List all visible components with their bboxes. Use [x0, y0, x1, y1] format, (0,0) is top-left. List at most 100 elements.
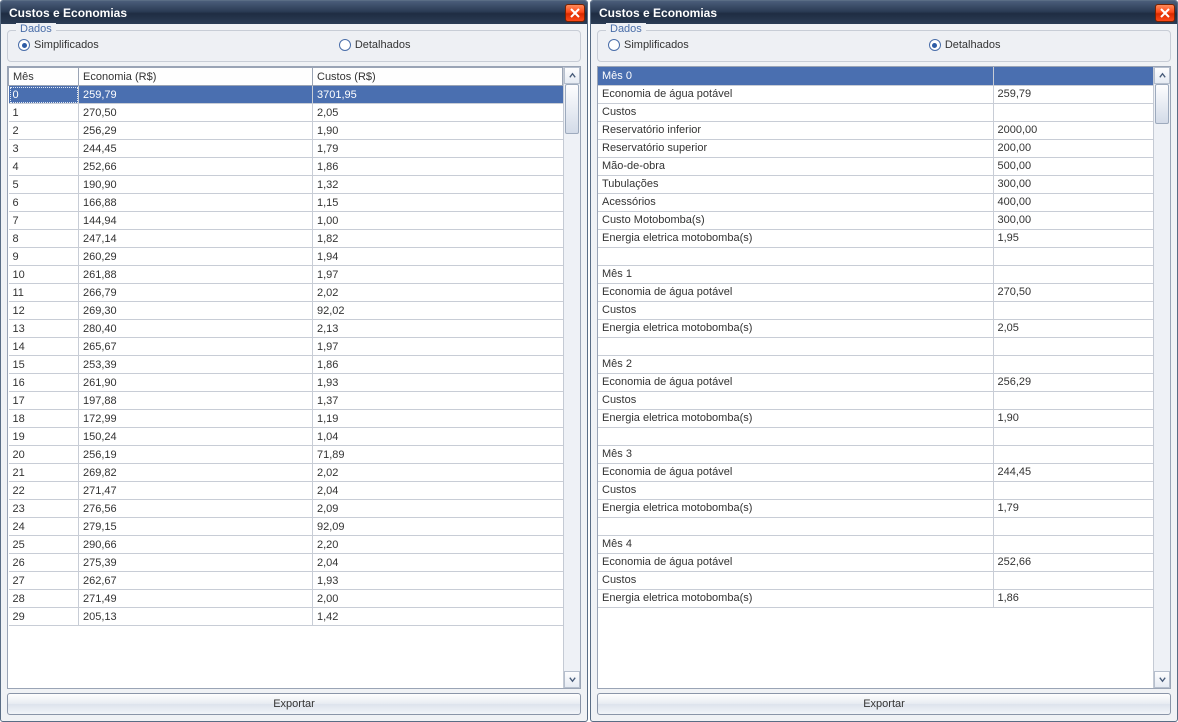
cell: 1,32 [313, 176, 563, 194]
col-custos[interactable]: Custos (R$) [313, 68, 563, 86]
table-row[interactable]: Custos [598, 391, 1153, 409]
radio-detalhados[interactable]: Detalhados [929, 39, 1001, 51]
export-button[interactable]: Exportar [7, 693, 581, 715]
table-row[interactable]: 17197,881,37 [9, 392, 563, 410]
table-row[interactable]: Energia eletrica motobomba(s)1,86 [598, 589, 1153, 607]
table-scroll[interactable]: Mês 0Economia de água potável259,79Custo… [598, 67, 1153, 688]
table-row[interactable]: 20256,1971,89 [9, 446, 563, 464]
titlebar[interactable]: Custos e Economias [591, 1, 1177, 24]
table-row[interactable]: 9260,291,94 [9, 248, 563, 266]
table-row[interactable]: 25290,662,20 [9, 536, 563, 554]
table-scroll[interactable]: Mês Economia (R$) Custos (R$) 0259,79370… [8, 67, 563, 688]
scroll-thumb[interactable] [1155, 84, 1169, 124]
table-row[interactable]: 13280,402,13 [9, 320, 563, 338]
table-row[interactable]: 1270,502,05 [9, 104, 563, 122]
radio-simplificados[interactable]: Simplificados [608, 39, 689, 51]
table-row[interactable]: 7144,941,00 [9, 212, 563, 230]
cell: 1,42 [313, 608, 563, 626]
table-row[interactable]: 12269,3092,02 [9, 302, 563, 320]
cell: 1,37 [313, 392, 563, 410]
cell: 1,04 [313, 428, 563, 446]
table-row[interactable]: Custo Motobomba(s)300,00 [598, 211, 1153, 229]
table-row[interactable]: 2256,291,90 [9, 122, 563, 140]
scroll-down-button[interactable] [564, 671, 580, 688]
table-row[interactable]: Mês 0 [598, 67, 1153, 85]
cell-value: 300,00 [993, 211, 1153, 229]
table-row[interactable]: Economia de água potável252,66 [598, 553, 1153, 571]
vertical-scrollbar[interactable] [1153, 67, 1170, 688]
close-button[interactable] [1155, 4, 1175, 22]
table-row[interactable]: 4252,661,86 [9, 158, 563, 176]
table-row[interactable] [598, 337, 1153, 355]
table-row[interactable]: Mês 4 [598, 535, 1153, 553]
cell-label: Reservatório superior [598, 139, 993, 157]
export-button[interactable]: Exportar [597, 693, 1171, 715]
scroll-up-button[interactable] [1154, 67, 1170, 84]
radio-detalhados[interactable]: Detalhados [339, 39, 411, 51]
table-row[interactable]: Economia de água potável270,50 [598, 283, 1153, 301]
table-row[interactable] [598, 517, 1153, 535]
table-row[interactable]: Mês 1 [598, 265, 1153, 283]
cell: 23 [9, 500, 79, 518]
table-row[interactable]: Economia de água potável244,45 [598, 463, 1153, 481]
table-row[interactable]: Custos [598, 301, 1153, 319]
table-row[interactable]: 15253,391,86 [9, 356, 563, 374]
table-row[interactable]: 18172,991,19 [9, 410, 563, 428]
table-row[interactable] [598, 427, 1153, 445]
table-row[interactable]: 21269,822,02 [9, 464, 563, 482]
table-row[interactable]: 6166,881,15 [9, 194, 563, 212]
cell-label: Mês 3 [598, 445, 993, 463]
col-economia[interactable]: Economia (R$) [79, 68, 313, 86]
table-row[interactable]: Reservatório superior200,00 [598, 139, 1153, 157]
table-row[interactable]: 23276,562,09 [9, 500, 563, 518]
cell: 0 [9, 86, 79, 104]
table-row[interactable]: Custos [598, 571, 1153, 589]
table-row[interactable] [598, 247, 1153, 265]
table-row[interactable]: Reservatório inferior2000,00 [598, 121, 1153, 139]
table-row[interactable]: 24279,1592,09 [9, 518, 563, 536]
radio-simplificados[interactable]: Simplificados [18, 39, 99, 51]
cell: 24 [9, 518, 79, 536]
table-row[interactable]: Custos [598, 103, 1153, 121]
table-row[interactable]: Energia eletrica motobomba(s)2,05 [598, 319, 1153, 337]
scroll-track[interactable] [564, 84, 580, 671]
cell: 6 [9, 194, 79, 212]
table-row[interactable]: Energia eletrica motobomba(s)1,90 [598, 409, 1153, 427]
scroll-track[interactable] [1154, 84, 1170, 671]
table-row[interactable]: 27262,671,93 [9, 572, 563, 590]
vertical-scrollbar[interactable] [563, 67, 580, 688]
titlebar[interactable]: Custos e Economias [1, 1, 587, 24]
table-row[interactable]: 0259,793701,95 [9, 86, 563, 104]
table-row[interactable]: Economia de água potável259,79 [598, 85, 1153, 103]
table-row[interactable]: 8247,141,82 [9, 230, 563, 248]
table-row[interactable]: 28271,492,00 [9, 590, 563, 608]
table-row[interactable]: Custos [598, 481, 1153, 499]
scroll-up-button[interactable] [564, 67, 580, 84]
table-row[interactable]: 22271,472,04 [9, 482, 563, 500]
col-mes[interactable]: Mês [9, 68, 79, 86]
table-row[interactable]: 3244,451,79 [9, 140, 563, 158]
table-row[interactable]: 10261,881,97 [9, 266, 563, 284]
table-row[interactable]: 19150,241,04 [9, 428, 563, 446]
table-row[interactable]: Mês 2 [598, 355, 1153, 373]
table-row[interactable]: Acessórios400,00 [598, 193, 1153, 211]
table-row[interactable]: Mão-de-obra500,00 [598, 157, 1153, 175]
table-row[interactable]: 26275,392,04 [9, 554, 563, 572]
table-row[interactable]: Energia eletrica motobomba(s)1,95 [598, 229, 1153, 247]
cell: 276,56 [79, 500, 313, 518]
table-row[interactable]: 11266,792,02 [9, 284, 563, 302]
table-row[interactable]: 5190,901,32 [9, 176, 563, 194]
table-row[interactable]: 14265,671,97 [9, 338, 563, 356]
table-row[interactable]: 16261,901,93 [9, 374, 563, 392]
table-row[interactable]: 29205,131,42 [9, 608, 563, 626]
scroll-down-button[interactable] [1154, 671, 1170, 688]
cell: 19 [9, 428, 79, 446]
table-row[interactable]: Energia eletrica motobomba(s)1,79 [598, 499, 1153, 517]
table-row[interactable]: Tubulações300,00 [598, 175, 1153, 193]
cell: 190,90 [79, 176, 313, 194]
close-button[interactable] [565, 4, 585, 22]
cell: 269,30 [79, 302, 313, 320]
table-row[interactable]: Mês 3 [598, 445, 1153, 463]
scroll-thumb[interactable] [565, 84, 579, 134]
table-row[interactable]: Economia de água potável256,29 [598, 373, 1153, 391]
